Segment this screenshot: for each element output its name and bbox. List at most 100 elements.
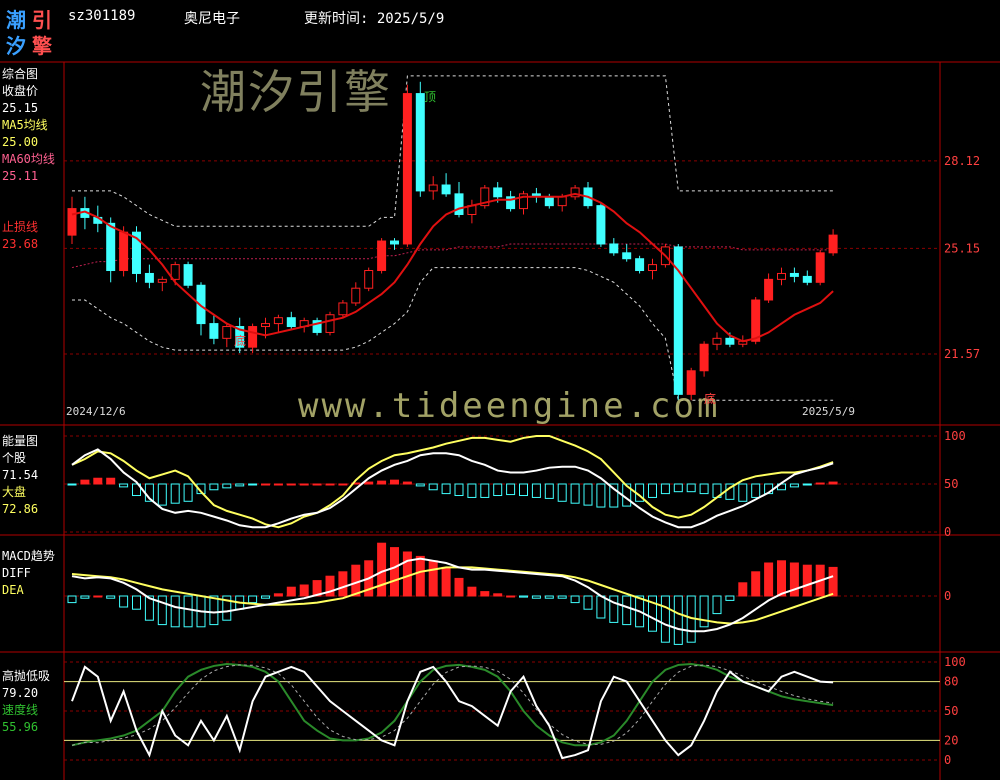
macd-bar bbox=[531, 595, 541, 599]
hl-tick-label: 100 bbox=[944, 655, 966, 669]
energy-bar bbox=[106, 477, 116, 485]
candle-body bbox=[325, 314, 335, 333]
macd-bar bbox=[261, 595, 270, 599]
energy-bar bbox=[67, 483, 77, 486]
ma5-value: 25.00 bbox=[2, 135, 39, 149]
macd-bar bbox=[441, 566, 451, 597]
energy-bar bbox=[596, 483, 606, 508]
macd-bar bbox=[390, 547, 399, 597]
energy-bar bbox=[377, 480, 387, 485]
ma60-label: MA60均线 bbox=[2, 152, 55, 166]
macd-bar bbox=[596, 595, 606, 619]
price-tick-label: 28.12 bbox=[944, 154, 980, 168]
macd-bar bbox=[428, 560, 438, 597]
candle-body bbox=[622, 252, 632, 260]
price-tick-label: 21.57 bbox=[944, 347, 980, 361]
energy-bar bbox=[93, 477, 103, 485]
candle-body bbox=[222, 326, 232, 339]
energy-market-value: 72.86 bbox=[2, 502, 39, 516]
energy-bar bbox=[312, 483, 322, 486]
macd-tick-label: 0 bbox=[944, 589, 951, 603]
macd-bar bbox=[570, 595, 580, 604]
energy-panel-title: 能量图 bbox=[2, 434, 39, 448]
energy-bar bbox=[751, 483, 761, 498]
energy-bar bbox=[815, 482, 825, 485]
macd-bar bbox=[622, 595, 632, 626]
candle-body bbox=[609, 243, 619, 254]
macd-dea-label: DEA bbox=[2, 583, 24, 597]
energy-bar bbox=[660, 483, 670, 495]
macd-bar bbox=[660, 595, 670, 643]
macd-bar bbox=[170, 595, 180, 628]
energy-tick-label: 0 bbox=[944, 525, 951, 539]
energy-bar bbox=[273, 483, 283, 486]
macd-bar bbox=[583, 595, 593, 610]
energy-bar bbox=[557, 483, 567, 502]
macd-bar bbox=[299, 584, 309, 597]
energy-bar bbox=[157, 483, 167, 506]
close-value: 25.15 bbox=[2, 101, 39, 115]
energy-bar bbox=[480, 483, 490, 498]
macd-bar bbox=[751, 571, 761, 597]
macd-bar bbox=[454, 577, 464, 597]
ma60-value: 25.11 bbox=[2, 169, 39, 183]
macd-bar bbox=[351, 564, 361, 597]
macd-bar bbox=[209, 595, 219, 626]
macd-bar bbox=[673, 595, 683, 645]
energy-bar bbox=[441, 483, 451, 495]
hl-tick-label: 20 bbox=[944, 733, 958, 747]
speed-label: 速度线 bbox=[2, 703, 39, 717]
candle-body bbox=[144, 272, 154, 283]
candle-body bbox=[248, 326, 258, 348]
macd-bar bbox=[725, 595, 735, 601]
hl-speed-line bbox=[71, 662, 834, 747]
macd-bar bbox=[557, 595, 567, 599]
macd-bar bbox=[415, 555, 425, 597]
candle-body bbox=[364, 270, 374, 289]
macd-bar bbox=[699, 595, 709, 628]
hl-panel-title: 高抛低吸 bbox=[2, 669, 51, 683]
candle-body bbox=[712, 337, 722, 345]
candle-body bbox=[648, 264, 657, 272]
hl-speed-signal-line bbox=[71, 664, 834, 746]
energy-bar bbox=[170, 483, 180, 504]
candle-body bbox=[557, 196, 567, 207]
candle-body bbox=[67, 208, 77, 236]
hl-main-line bbox=[71, 665, 834, 760]
macd-bar bbox=[506, 595, 516, 598]
close-label: 收盘价 bbox=[2, 84, 39, 98]
energy-bar bbox=[428, 483, 438, 491]
hl-tick-label: 0 bbox=[944, 753, 951, 767]
macd-bar bbox=[544, 595, 554, 599]
candle-body bbox=[725, 337, 735, 345]
energy-bar bbox=[390, 479, 399, 485]
energy-bar bbox=[583, 483, 593, 506]
energy-bar bbox=[570, 483, 580, 504]
upper-band-line bbox=[72, 75, 834, 227]
candle-body bbox=[106, 222, 116, 272]
macd-bar bbox=[519, 595, 528, 598]
macd-bar bbox=[106, 595, 116, 599]
energy-bar bbox=[738, 483, 748, 502]
macd-bar bbox=[338, 571, 348, 597]
energy-bar bbox=[325, 483, 335, 486]
energy-stock-value: 71.54 bbox=[2, 468, 39, 482]
macd-bar bbox=[286, 586, 296, 597]
macd-bar bbox=[828, 566, 838, 597]
energy-tick-label: 50 bbox=[944, 477, 958, 491]
energy-bar bbox=[828, 481, 838, 485]
candle-body bbox=[390, 240, 399, 245]
candle-body bbox=[261, 323, 270, 328]
energy-bar bbox=[338, 483, 348, 486]
ma60-line bbox=[71, 243, 834, 269]
macd-bar bbox=[80, 595, 90, 599]
candle-body bbox=[777, 272, 786, 280]
energy-bar bbox=[402, 481, 412, 485]
macd-bar bbox=[132, 595, 141, 610]
candle-body bbox=[828, 234, 838, 254]
candle-body bbox=[802, 275, 812, 283]
candle-body bbox=[415, 93, 425, 192]
candle-body bbox=[286, 317, 296, 328]
candle-body bbox=[544, 196, 554, 207]
macd-bar bbox=[493, 593, 503, 597]
